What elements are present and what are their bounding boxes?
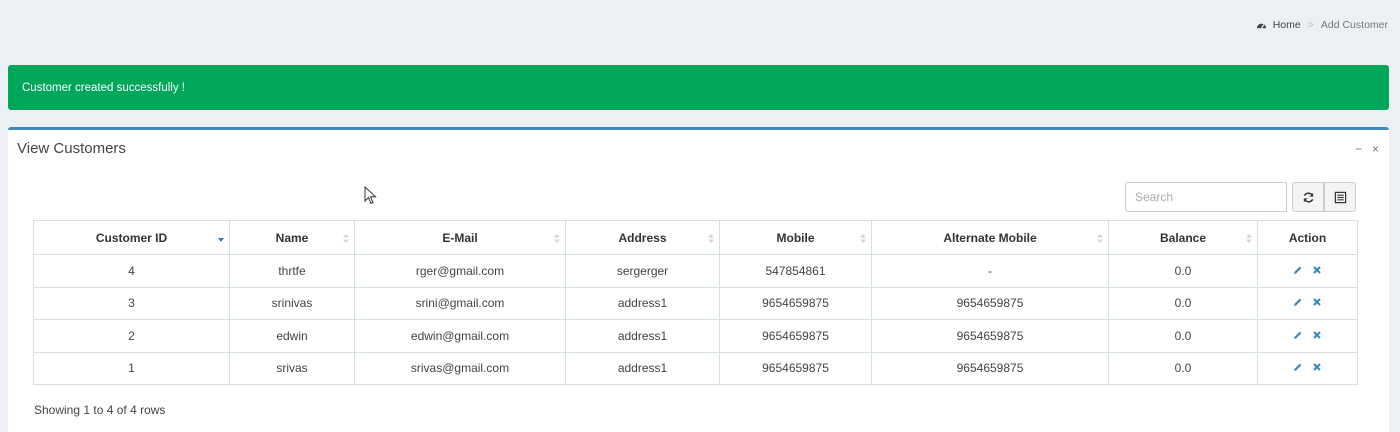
table-row: 1 srivas srivas@gmail.com address1 965465987… [33, 351, 1358, 385]
cell-alternate-mobile: - [871, 254, 1109, 288]
cell-alternate-mobile: 9654659875 [871, 319, 1109, 353]
cell-email: rger@gmail.com [354, 254, 566, 288]
cell-mobile: 9654659875 [719, 351, 872, 385]
breadcrumb-home-link[interactable]: Home [1273, 19, 1301, 31]
minimize-icon[interactable]: − [1355, 142, 1362, 156]
sort-both-icon [343, 234, 349, 243]
cell-address: sergerger [565, 254, 720, 288]
column-header-address[interactable]: Address [565, 220, 720, 255]
box-tools: − × [1355, 142, 1379, 156]
customers-box: View Customers − × Customer ID [8, 127, 1389, 432]
cell-email: edwin@gmail.com [354, 319, 566, 353]
edit-icon[interactable] [1293, 265, 1303, 275]
success-alert: Customer created successfully ! [8, 65, 1389, 110]
table-header-row: Customer ID Name E-Mail Address Mobile A… [33, 220, 1358, 255]
cell-balance: 0.0 [1108, 319, 1258, 353]
cell-customer-id: 4 [33, 254, 230, 288]
sort-both-icon [1097, 234, 1103, 243]
cell-name: srivas [229, 351, 355, 385]
sort-both-icon [554, 234, 560, 243]
customers-table: Customer ID Name E-Mail Address Mobile A… [33, 220, 1358, 385]
table-body: 4 thrtfe rger@gmail.com sergerger 547854861-… [33, 254, 1358, 385]
search-input[interactable] [1125, 182, 1287, 212]
cell-name: srinivas [229, 286, 355, 320]
cell-customer-id: 3 [33, 286, 230, 320]
cell-mobile: 547854861 [719, 254, 872, 288]
delete-icon[interactable] [1312, 362, 1322, 372]
column-header-mobile[interactable]: Mobile [719, 220, 872, 255]
box-title: View Customers [17, 140, 126, 157]
column-header-balance[interactable]: Balance [1108, 220, 1258, 255]
pagination-info: Showing 1 to 4 of 4 rows [34, 403, 166, 417]
cell-balance: 0.0 [1108, 286, 1258, 320]
delete-icon[interactable] [1312, 265, 1322, 275]
table-row: 2 edwin edwin@gmail.com address1 9654659875 9… [33, 319, 1358, 353]
column-header-name[interactable]: Name [229, 220, 355, 255]
delete-icon[interactable] [1312, 297, 1322, 307]
cell-customer-id: 1 [33, 351, 230, 385]
cell-balance: 0.0 [1108, 351, 1258, 385]
dashboard-icon [1256, 23, 1266, 29]
sort-both-icon [860, 234, 866, 243]
cell-customer-id: 2 [33, 319, 230, 353]
breadcrumb: Home > Add Customer [1256, 19, 1388, 31]
sort-both-icon [1246, 234, 1252, 243]
list-icon [1334, 191, 1346, 203]
mouse-cursor-icon [364, 186, 377, 205]
edit-icon[interactable] [1293, 297, 1303, 307]
refresh-icon [1303, 192, 1313, 202]
cell-alternate-mobile: 9654659875 [871, 286, 1109, 320]
refresh-button[interactable] [1292, 182, 1324, 212]
alert-message: Customer created successfully ! [22, 81, 185, 94]
column-header-email[interactable]: E-Mail [354, 220, 566, 255]
cell-email: srivas@gmail.com [354, 351, 566, 385]
breadcrumb-separator: > [1307, 19, 1314, 31]
cell-action [1257, 351, 1358, 385]
cell-address: address1 [565, 286, 720, 320]
columns-toggle-button[interactable] [1324, 182, 1356, 212]
cell-email: srini@gmail.com [354, 286, 566, 320]
table-row: 4 thrtfe rger@gmail.com sergerger 547854861-… [33, 254, 1358, 288]
table-row: 3 srinivas srini@gmail.com address1 96546598… [33, 286, 1358, 320]
sort-desc-icon [218, 238, 224, 242]
delete-icon[interactable] [1312, 330, 1322, 340]
column-header-alternate-mobile[interactable]: Alternate Mobile [871, 220, 1109, 255]
cell-mobile: 9654659875 [719, 319, 872, 353]
cell-address: address1 [565, 319, 720, 353]
cell-action [1257, 254, 1358, 288]
cell-name: thrtfe [229, 254, 355, 288]
cell-action [1257, 319, 1358, 353]
cell-action [1257, 286, 1358, 320]
sort-both-icon [708, 234, 714, 243]
close-icon[interactable]: × [1372, 142, 1379, 156]
breadcrumb-current: Add Customer [1320, 19, 1388, 31]
column-header-action: Action [1257, 220, 1358, 255]
cell-mobile: 9654659875 [719, 286, 872, 320]
cell-balance: 0.0 [1108, 254, 1258, 288]
edit-icon[interactable] [1293, 330, 1303, 340]
column-header-customer-id[interactable]: Customer ID [33, 220, 230, 255]
cell-name: edwin [229, 319, 355, 353]
cell-address: address1 [565, 351, 720, 385]
cell-alternate-mobile: 9654659875 [871, 351, 1109, 385]
edit-icon[interactable] [1293, 362, 1303, 372]
